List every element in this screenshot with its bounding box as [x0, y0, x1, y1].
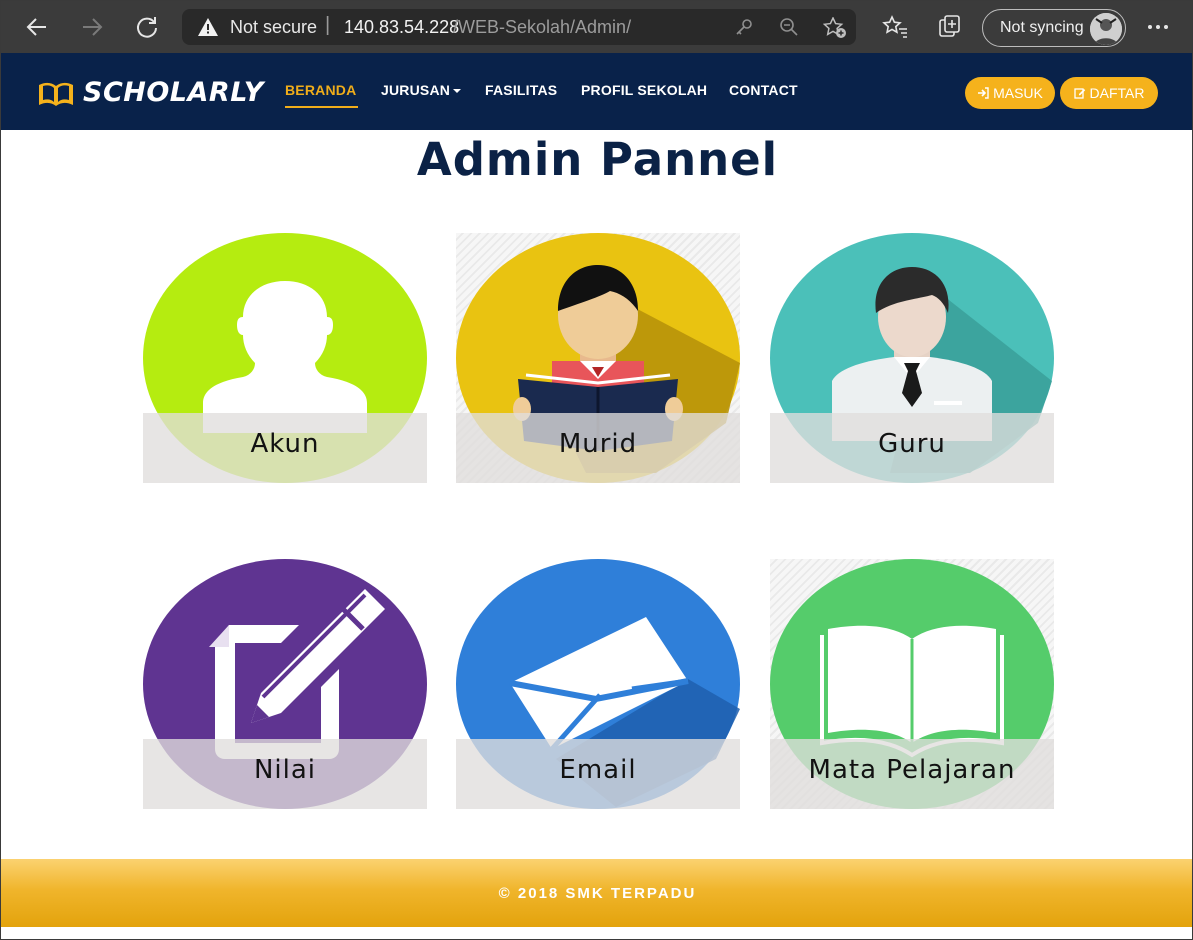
browser-toolbar: Not secure | 140.83.54.228 /WEB-Sekolah/… — [1, 1, 1192, 53]
url-host: 140.83.54.228 — [344, 17, 460, 37]
tile-caption: Murid — [456, 413, 740, 483]
tile-guru[interactable]: Guru — [770, 233, 1054, 483]
security-label[interactable]: Not secure — [230, 17, 317, 38]
tile-label: Mata Pelajaran — [808, 755, 1016, 785]
zoom-out-icon[interactable] — [779, 17, 799, 37]
tile-nilai[interactable]: Nilai — [143, 559, 427, 809]
tile-akun[interactable]: Akun — [143, 233, 427, 483]
site-footer: © 2018 SMK TERPADU — [1, 859, 1192, 927]
favorites-button[interactable] — [879, 11, 911, 43]
tile-label: Guru — [878, 429, 946, 459]
sync-label: Not syncing — [1000, 19, 1084, 36]
settings-more-button[interactable] — [1142, 11, 1174, 43]
address-bar[interactable]: Not secure | 140.83.54.228 /WEB-Sekolah/… — [182, 9, 856, 45]
caret-down-icon — [453, 89, 462, 94]
footer-copyright: © 2018 SMK TERPADU — [498, 885, 697, 902]
login-label: MASUK — [993, 85, 1043, 101]
nav-link-contact[interactable]: CONTACT — [729, 82, 798, 98]
nav-link-beranda[interactable]: BERANDA — [285, 82, 359, 108]
register-label: DAFTAR — [1089, 85, 1145, 101]
more-dots-icon — [1148, 25, 1168, 29]
url-path: /WEB-Sekolah/Admin/ — [453, 17, 632, 37]
profile-sync-button[interactable]: Not syncing — [982, 9, 1126, 47]
brand-name: SCHOLARLY — [83, 77, 264, 108]
avatar-image-icon — [1090, 13, 1122, 45]
address-separator: | — [325, 14, 331, 36]
tile-caption: Akun — [143, 413, 427, 483]
key-icon[interactable] — [734, 17, 754, 37]
tile-label: Email — [559, 755, 637, 785]
nav-link-jurusan[interactable]: JURUSAN — [381, 82, 462, 98]
collections-button[interactable] — [934, 11, 966, 43]
nav-link-profil-sekolah[interactable]: PROFIL SEKOLAH — [581, 82, 707, 98]
browser-window: Not secure | 140.83.54.228 /WEB-Sekolah/… — [0, 0, 1193, 940]
sign-in-icon — [978, 87, 989, 99]
tile-caption: Guru — [770, 413, 1054, 483]
site-navbar: SCHOLARLY BERANDA JURUSAN FASILITAS PROF… — [1, 53, 1192, 130]
tile-label: Nilai — [253, 755, 317, 785]
back-button[interactable] — [21, 11, 53, 43]
tile-email[interactable]: Email — [456, 559, 740, 809]
tile-murid[interactable]: Murid — [456, 233, 740, 483]
warning-icon — [198, 18, 218, 36]
tile-caption: Email — [456, 739, 740, 809]
page-bottom-strip — [1, 927, 1192, 939]
register-button[interactable]: DAFTAR — [1060, 77, 1158, 109]
tile-mata-pelajaran[interactable]: Mata Pelajaran — [770, 559, 1054, 809]
tile-caption: Nilai — [143, 739, 427, 809]
refresh-icon — [137, 17, 157, 38]
book-logo-icon — [39, 82, 73, 106]
forward-button[interactable] — [76, 11, 108, 43]
add-favorite-icon[interactable] — [823, 17, 847, 39]
arrow-left-icon — [26, 18, 46, 36]
tile-caption: Mata Pelajaran — [770, 739, 1054, 809]
nav-link-fasilitas[interactable]: FASILITAS — [485, 82, 557, 98]
nav-link-jurusan-label: JURUSAN — [381, 82, 451, 98]
refresh-button[interactable] — [131, 11, 163, 43]
page-title: Admin Pannel — [416, 133, 779, 186]
collections-icon — [939, 15, 960, 37]
tile-label: Murid — [558, 429, 638, 459]
avatar — [1090, 13, 1122, 45]
edit-icon — [1073, 88, 1085, 99]
favorites-list-icon — [882, 15, 907, 38]
arrow-right-icon — [83, 18, 103, 36]
brand-logo[interactable]: SCHOLARLY — [37, 77, 264, 108]
login-button[interactable]: MASUK — [965, 77, 1055, 109]
tile-label: Akun — [250, 429, 320, 459]
